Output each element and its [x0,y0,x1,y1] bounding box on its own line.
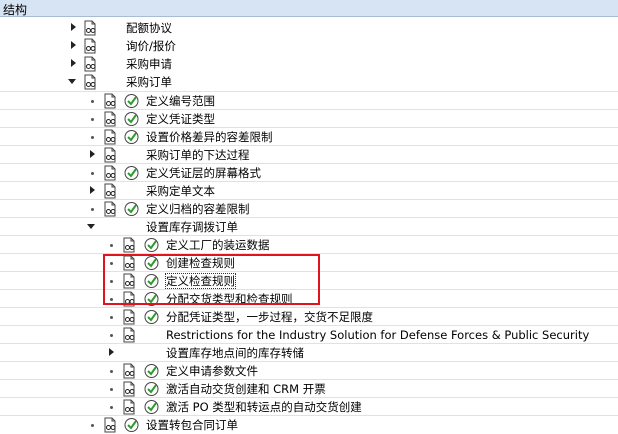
execute-activity-icon[interactable] [123,417,140,433]
tree-node-po-texts[interactable]: 采购定单文本 [0,181,618,199]
expand-arrow-icon[interactable] [69,19,79,37]
tree-node-label: 设置库存调拨订单 [146,220,238,234]
leaf-bullet-icon [88,128,98,146]
leaf-bullet-icon [107,362,117,380]
tree-node-label: 设置价格差异的容差限制 [146,130,273,144]
leaf-bullet-icon [88,416,98,434]
tree-node-define-document-types[interactable]: 定义凭证类型 [0,109,618,127]
execute-activity-icon[interactable] [123,201,140,217]
customizing-tree: 配额协议 询价/报价 采购申请 采购订单 定义编号范围 定义凭证类型 设置价格差… [0,18,618,433]
tree-node-purchase-requisition[interactable]: 采购申请 [0,55,618,73]
tree-node-po-release-procedure[interactable]: 采购订单的下达过程 [0,145,618,163]
tree-node-label: 定义工厂的装运数据 [166,238,270,252]
document-glasses-icon[interactable] [102,183,119,199]
tree-node-screen-layout[interactable]: 定义凭证层的屏幕格式 [0,163,618,181]
highlight-box [103,254,320,305]
document-glasses-icon[interactable] [102,129,119,145]
leaf-bullet-icon [107,308,117,326]
tree-node-label: 定义归档的容差限制 [146,202,250,216]
leaf-bullet-icon [107,326,117,344]
tree-node-define-number-ranges[interactable]: 定义编号范围 [0,91,618,109]
tree-node-label: 定义申请参数文件 [166,364,258,378]
tree-node-label: 采购申请 [126,57,172,71]
tree-node-po-type-auto-delivery[interactable]: 激活 PO 类型和转运点的自动交货创建 [0,397,618,415]
leaf-bullet-icon [88,110,98,128]
tree-node-label: 配额协议 [126,21,172,35]
document-glasses-icon[interactable] [121,363,138,379]
document-glasses-icon[interactable] [102,147,119,163]
tree-node-label: 定义凭证层的屏幕格式 [146,166,261,180]
document-glasses-icon[interactable] [82,56,99,72]
header-title: 结构 [3,3,28,17]
expand-arrow-icon[interactable] [69,55,79,73]
tree-node-label: 采购订单 [126,75,172,89]
document-glasses-icon[interactable] [82,74,99,90]
tree-node-label: 分配凭证类型，一步过程，交货不足限度 [166,310,373,324]
document-glasses-icon[interactable] [121,399,138,415]
expand-arrow-icon[interactable] [88,146,98,164]
document-glasses-icon[interactable] [102,165,119,181]
tree-node-price-variance-tolerance[interactable]: 设置价格差异的容差限制 [0,127,618,145]
document-glasses-icon[interactable] [102,417,119,433]
tree-node-assign-document-type[interactable]: 分配凭证类型，一步过程，交货不足限度 [0,307,618,325]
execute-activity-icon[interactable] [143,399,160,415]
tree-node-label: 询价/报价 [126,39,176,53]
document-glasses-icon[interactable] [102,93,119,109]
document-glasses-icon[interactable] [121,327,138,343]
leaf-bullet-icon [88,164,98,182]
document-glasses-icon[interactable] [82,38,99,54]
execute-activity-icon[interactable] [143,237,160,253]
tree-node-defense-restrictions[interactable]: Restrictions for the Industry Solution f… [0,325,618,343]
tree-node-auto-delivery-crm[interactable]: 激活自动交货创建和 CRM 开票 [0,379,618,397]
tree-node-purchase-order[interactable]: 采购订单 [0,73,618,91]
execute-activity-icon[interactable] [123,165,140,181]
tree-node-label: 采购订单的下达过程 [146,148,250,162]
tree-node-subcontract-order[interactable]: 设置转包合同订单 [0,415,618,433]
leaf-bullet-icon [107,380,117,398]
tree-node-label: 采购定单文本 [146,184,215,198]
tree-node-label: 设置库存地点间的库存转储 [166,346,304,360]
tree-node-rfq[interactable]: 询价/报价 [0,37,618,55]
document-glasses-icon[interactable] [121,237,138,253]
leaf-bullet-icon [107,236,117,254]
leaf-bullet-icon [88,92,98,110]
tree-node-label: 定义编号范围 [146,94,215,108]
expand-arrow-icon[interactable] [88,182,98,200]
execute-activity-icon[interactable] [123,93,140,109]
expand-arrow-icon[interactable] [69,37,79,55]
execute-activity-icon[interactable] [123,129,140,145]
leaf-bullet-icon [88,200,98,218]
tree-node-label: 激活自动交货创建和 CRM 开票 [166,382,326,396]
leaf-bullet-icon [107,398,117,416]
document-glasses-icon[interactable] [121,381,138,397]
execute-activity-icon[interactable] [143,363,160,379]
tree-node-stock-transport-order[interactable]: 设置库存调拨订单 [0,217,618,235]
document-glasses-icon[interactable] [82,20,99,36]
document-glasses-icon[interactable] [121,309,138,325]
tree-node-requisition-profile[interactable]: 定义申请参数文件 [0,361,618,379]
tree-node-label: 定义凭证类型 [146,112,215,126]
tree-node-plant-shipping-data[interactable]: 定义工厂的装运数据 [0,235,618,253]
execute-activity-icon[interactable] [143,381,160,397]
execute-activity-icon[interactable] [123,111,140,127]
tree-node-label: 激活 PO 类型和转运点的自动交货创建 [166,400,362,414]
structure-header: 结构 [0,0,618,17]
document-glasses-icon[interactable] [102,201,119,217]
tree-node-archiving-tolerance[interactable]: 定义归档的容差限制 [0,199,618,217]
tree-node-quota-arrangement[interactable]: 配额协议 [0,19,618,37]
expand-arrow-icon[interactable] [107,344,117,362]
tree-node-label: 设置转包合同订单 [146,418,238,432]
tree-node-label: Restrictions for the Industry Solution f… [166,328,590,342]
tree-node-stock-transfer[interactable]: 设置库存地点间的库存转储 [0,343,618,361]
execute-activity-icon[interactable] [143,309,160,325]
document-glasses-icon[interactable] [102,111,119,127]
collapse-arrow-icon[interactable] [68,73,78,91]
collapse-arrow-icon[interactable] [87,218,97,236]
